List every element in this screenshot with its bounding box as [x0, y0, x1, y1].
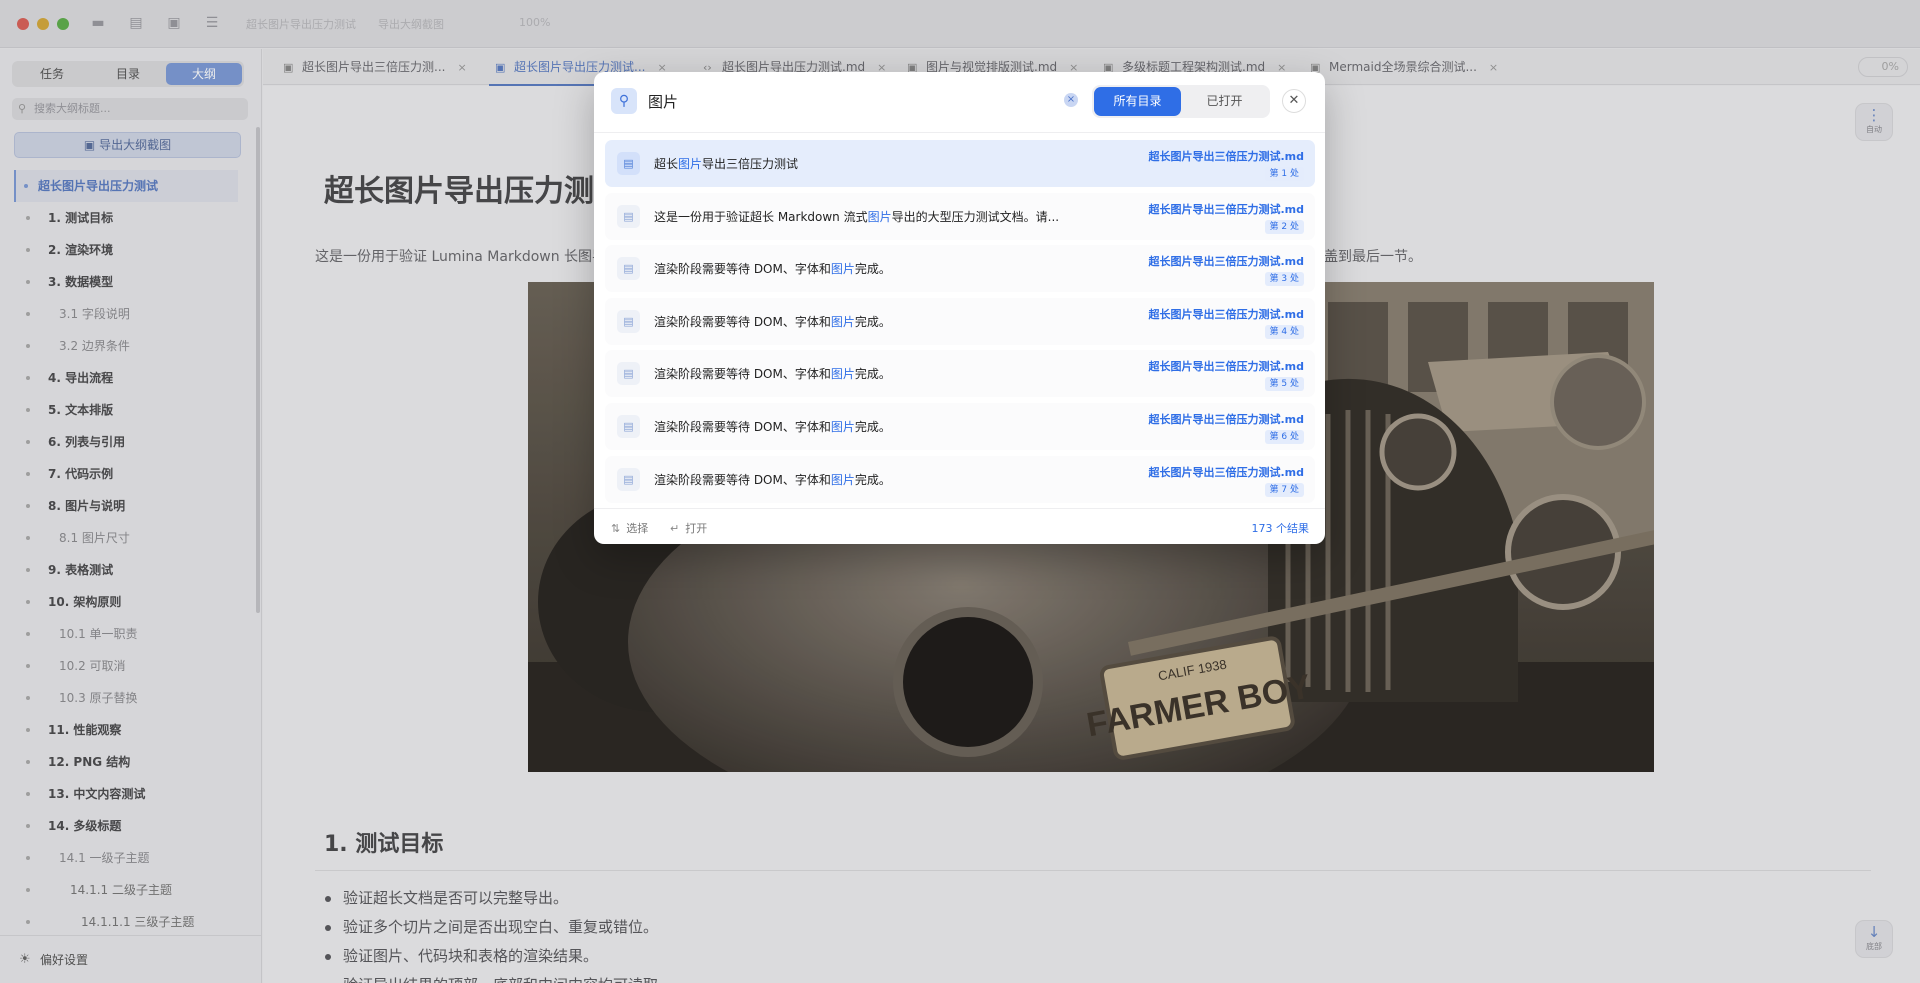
scope-opened[interactable]: 已打开	[1181, 87, 1268, 116]
result-file-name: 超长图片导出三倍压力测试.md	[1148, 360, 1304, 374]
select-hint-label: 选择	[626, 522, 649, 535]
document-icon: ▤	[617, 204, 640, 228]
search-result-row[interactable]: ▤ 渲染阶段需要等待 DOM、字体和图片完成。 超长图片导出三倍压力测试.md 第 4…	[605, 297, 1315, 345]
updown-arrows-icon: ⇅	[611, 522, 621, 535]
result-file-name: 超长图片导出三倍压力测试.md	[1148, 307, 1304, 321]
occurrence-badge: 第 3 处	[1264, 272, 1304, 287]
return-icon: ↵	[670, 522, 680, 535]
result-snippet: 超长图片导出三倍压力测试	[654, 155, 798, 172]
occurrence-badge: 第 4 处	[1264, 324, 1304, 339]
result-snippet: 这是一份用于验证超长 Markdown 流式图片导出的大型压力测试文档。请...	[654, 208, 1059, 225]
snippet-before: 渲染阶段需要等待 DOM、字体和	[654, 419, 831, 434]
document-icon: ▤	[617, 414, 640, 438]
snippet-after: 导出三倍压力测试	[702, 157, 799, 171]
result-snippet: 渲染阶段需要等待 DOM、字体和图片完成。	[654, 313, 891, 330]
snippet-after: 完成。	[854, 472, 891, 487]
occurrence-badge: 第 5 处	[1264, 377, 1304, 392]
result-count: 173 个结果	[1251, 522, 1310, 535]
snippet-before: 超长	[654, 157, 679, 171]
search-result-row[interactable]: ▤ 这是一份用于验证超长 Markdown 流式图片导出的大型压力测试文档。请..…	[605, 192, 1315, 240]
snippet-match: 图片	[830, 419, 855, 434]
global-search-dialog: ⚲ × 所有目录 已打开 ✕ ▤超长图片导出三倍压力测试超长图片导出三倍压力测试…	[594, 72, 1325, 544]
snippet-match: 图片	[830, 367, 855, 382]
result-snippet: 渲染阶段需要等待 DOM、字体和图片完成。	[654, 365, 891, 382]
result-file-name: 超长图片导出三倍压力测试.md	[1148, 202, 1304, 216]
search-result-row[interactable]: ▤ 渲染阶段需要等待 DOM、字体和图片完成。 超长图片导出三倍压力测试.md 第 3…	[605, 245, 1315, 293]
global-search-input[interactable]	[648, 88, 1028, 114]
occurrence-badge: 第 2 处	[1264, 219, 1304, 234]
snippet-match: 图片	[830, 262, 855, 277]
result-snippet: 渲染阶段需要等待 DOM、字体和图片完成。	[654, 260, 891, 277]
document-icon: ▤	[617, 362, 640, 386]
select-hint: ⇅ 选择	[611, 520, 648, 536]
close-icon[interactable]: ✕	[1282, 89, 1306, 113]
search-results-list: ▤ 超长图片导出三倍压力测试 超长图片导出三倍压力测试.md 第 1 处 ▤ 这是一份用于…	[605, 140, 1315, 508]
scope-all-folders[interactable]: 所有目录	[1094, 87, 1181, 116]
search-icon: ⚲	[611, 88, 637, 114]
snippet-match: 图片	[830, 472, 855, 487]
snippet-before: 渲染阶段需要等待 DOM、字体和	[654, 367, 831, 382]
result-file-name: 超长图片导出三倍压力测试.md	[1148, 465, 1304, 479]
occurrence-badge: 第 6 处	[1264, 429, 1304, 444]
search-scope-switch: 所有目录 已打开	[1092, 85, 1270, 118]
open-hint: ↵ 打开	[670, 520, 707, 536]
snippet-after: 导出的大型压力测试文档。请...	[891, 209, 1060, 224]
occurrence-badge: 第 7 处	[1264, 482, 1304, 497]
search-footer: ⇅ 选择 ↵ 打开 173 个结果	[594, 508, 1325, 544]
snippet-after: 完成。	[854, 419, 891, 434]
result-file-name: 超长图片导出三倍压力测试.md	[1148, 150, 1304, 163]
snippet-after: 完成。	[854, 367, 891, 382]
snippet-after: 完成。	[854, 262, 891, 277]
document-icon: ▤	[617, 152, 640, 175]
snippet-before: 渲染阶段需要等待 DOM、字体和	[654, 472, 831, 487]
result-snippet: 渲染阶段需要等待 DOM、字体和图片完成。	[654, 471, 891, 488]
search-result-row[interactable]: ▤ 渲染阶段需要等待 DOM、字体和图片完成。 超长图片导出三倍压力测试.md 第 6…	[605, 402, 1315, 450]
snippet-before: 渲染阶段需要等待 DOM、字体和	[654, 314, 831, 329]
snippet-match: 图片	[678, 157, 703, 171]
search-result-row[interactable]: ▤ 渲染阶段需要等待 DOM、字体和图片完成。 超长图片导出三倍压力测试.md 第 5…	[605, 350, 1315, 398]
document-icon: ▤	[617, 467, 640, 491]
result-file-name: 超长图片导出三倍压力测试.md	[1148, 412, 1304, 426]
open-hint-label: 打开	[685, 522, 708, 535]
result-snippet: 渲染阶段需要等待 DOM、字体和图片完成。	[654, 418, 891, 435]
search-result-row[interactable]: ▤ 超长图片导出三倍压力测试 超长图片导出三倍压力测试.md 第 1 处	[605, 140, 1315, 187]
search-result-row[interactable]: ▤ 渲染阶段需要等待 DOM、字体和图片完成。 超长图片导出三倍压力测试.md 第 7…	[605, 455, 1315, 503]
snippet-match: 图片	[867, 209, 892, 224]
divider	[594, 132, 1325, 133]
snippet-before: 渲染阶段需要等待 DOM、字体和	[654, 262, 831, 277]
occurrence-badge: 第 1 处	[1264, 167, 1304, 181]
snippet-match: 图片	[830, 314, 855, 329]
snippet-before: 这是一份用于验证超长 Markdown 流式	[654, 209, 868, 224]
snippet-after: 完成。	[854, 314, 891, 329]
document-icon: ▤	[617, 309, 640, 333]
document-icon: ▤	[617, 257, 640, 281]
result-file-name: 超长图片导出三倍压力测试.md	[1148, 255, 1304, 269]
clear-search-icon[interactable]: ×	[1064, 93, 1078, 107]
